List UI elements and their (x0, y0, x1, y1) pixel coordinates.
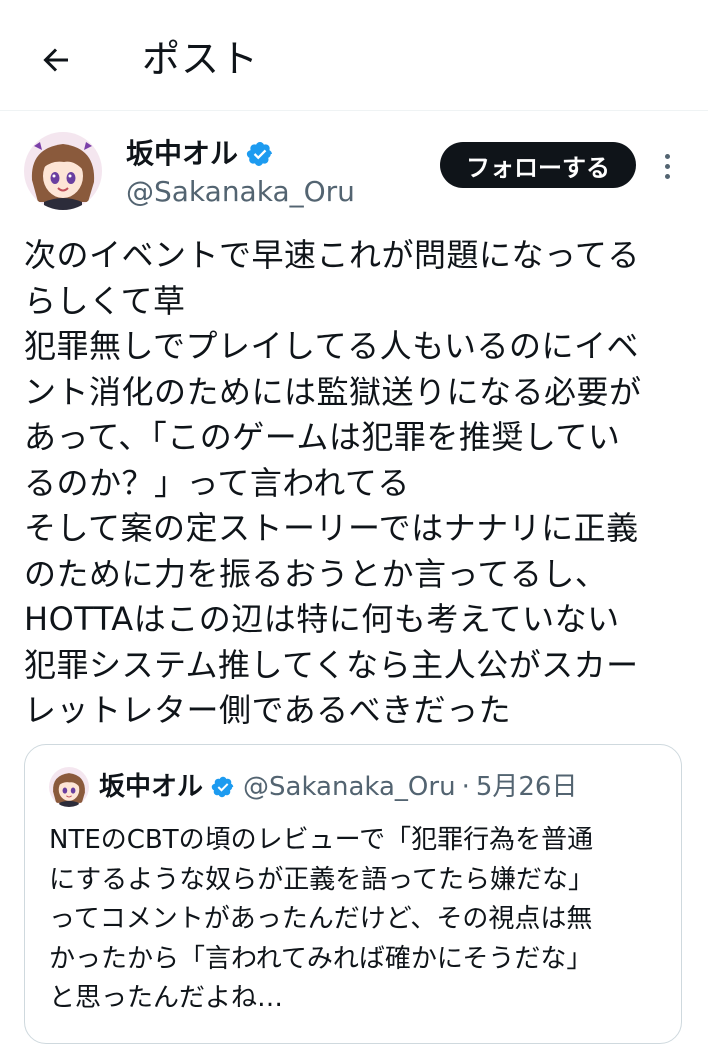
post-text-line: のために力を振るおうとか言ってるし、 (24, 554, 608, 593)
more-vertical-icon (664, 153, 670, 159)
post-text-line: らしくて草 (24, 281, 186, 320)
quote-text-line: かったから「言われてみれば確かにそうだな」 (49, 943, 593, 974)
quote-header: 坂中オル @Sakanaka_Oru · 5月26日 (99, 769, 577, 805)
verified-badge-icon (246, 142, 272, 166)
quote-text-line: NTEのCBTの頃のレビューで「犯罪行為を普通 (49, 825, 594, 855)
top-bar: ポスト (0, 0, 708, 111)
follow-button[interactable]: フォローする (440, 142, 636, 188)
quote-avatar (49, 767, 89, 807)
post-text-line: 次のイベントで早速これが問題になってる (24, 236, 640, 274)
more-options-button[interactable] (652, 146, 682, 186)
back-button[interactable] (28, 32, 84, 88)
quote-text-line: にするような奴らが正義を語ってたら嫌だな」 (49, 864, 594, 895)
page-title: ポスト (142, 37, 260, 81)
quote-author-name: 坂中オル (99, 772, 204, 802)
post-text-line: レットレター側であるべきだった (24, 691, 512, 729)
post-text: 次のイベントで早速これが問題になってる らしくて草 犯罪無しでプレイしてる人もい… (24, 233, 694, 734)
quote-date: 5月26日 (475, 772, 578, 802)
post-text-line: 犯罪システム推してくなら主人公がスカー (24, 645, 639, 684)
separator-dot: · (461, 772, 470, 802)
quote-author-handle: @Sakanaka_Oru (243, 772, 456, 802)
author-name[interactable]: 坂中オル (126, 136, 238, 172)
arrow-left-icon (43, 48, 68, 72)
author-handle[interactable]: @Sakanaka_Oru (126, 174, 355, 210)
post-text-line: HOTTAはこの辺は特に何も考えていない (24, 600, 620, 638)
post-text-line: ント消化のためには監獄送りになる必要が (24, 372, 642, 411)
author-name-row: 坂中オル (126, 136, 274, 172)
post-author: 坂中オル @Sakanaka_Oru フォローする (24, 132, 684, 222)
post-text-line: るのか？」って言われてる (24, 463, 410, 502)
quote-text-line: ってコメントがあったんだけど、その視点は無 (49, 904, 593, 934)
post-text-line: そして案の定ストーリーではナナリに正義 (24, 509, 639, 547)
quote-text: NTEのCBTの頃のレビューで「犯罪行為を普通 にするような奴らが正義を語ってた… (49, 821, 669, 1019)
quote-text-line: と思ったんだよね… (49, 983, 284, 1013)
verified-badge-icon (211, 776, 234, 798)
post-text-line: あって、「このゲームは犯罪を推奨してい (24, 418, 621, 456)
avatar[interactable] (24, 132, 102, 210)
quoted-post[interactable]: 坂中オル @Sakanaka_Oru · 5月26日 NTEのCBTの頃のレビュ… (24, 744, 682, 1044)
post-text-line: 犯罪無しでプレイしてる人もいるのにイベ (24, 327, 639, 365)
